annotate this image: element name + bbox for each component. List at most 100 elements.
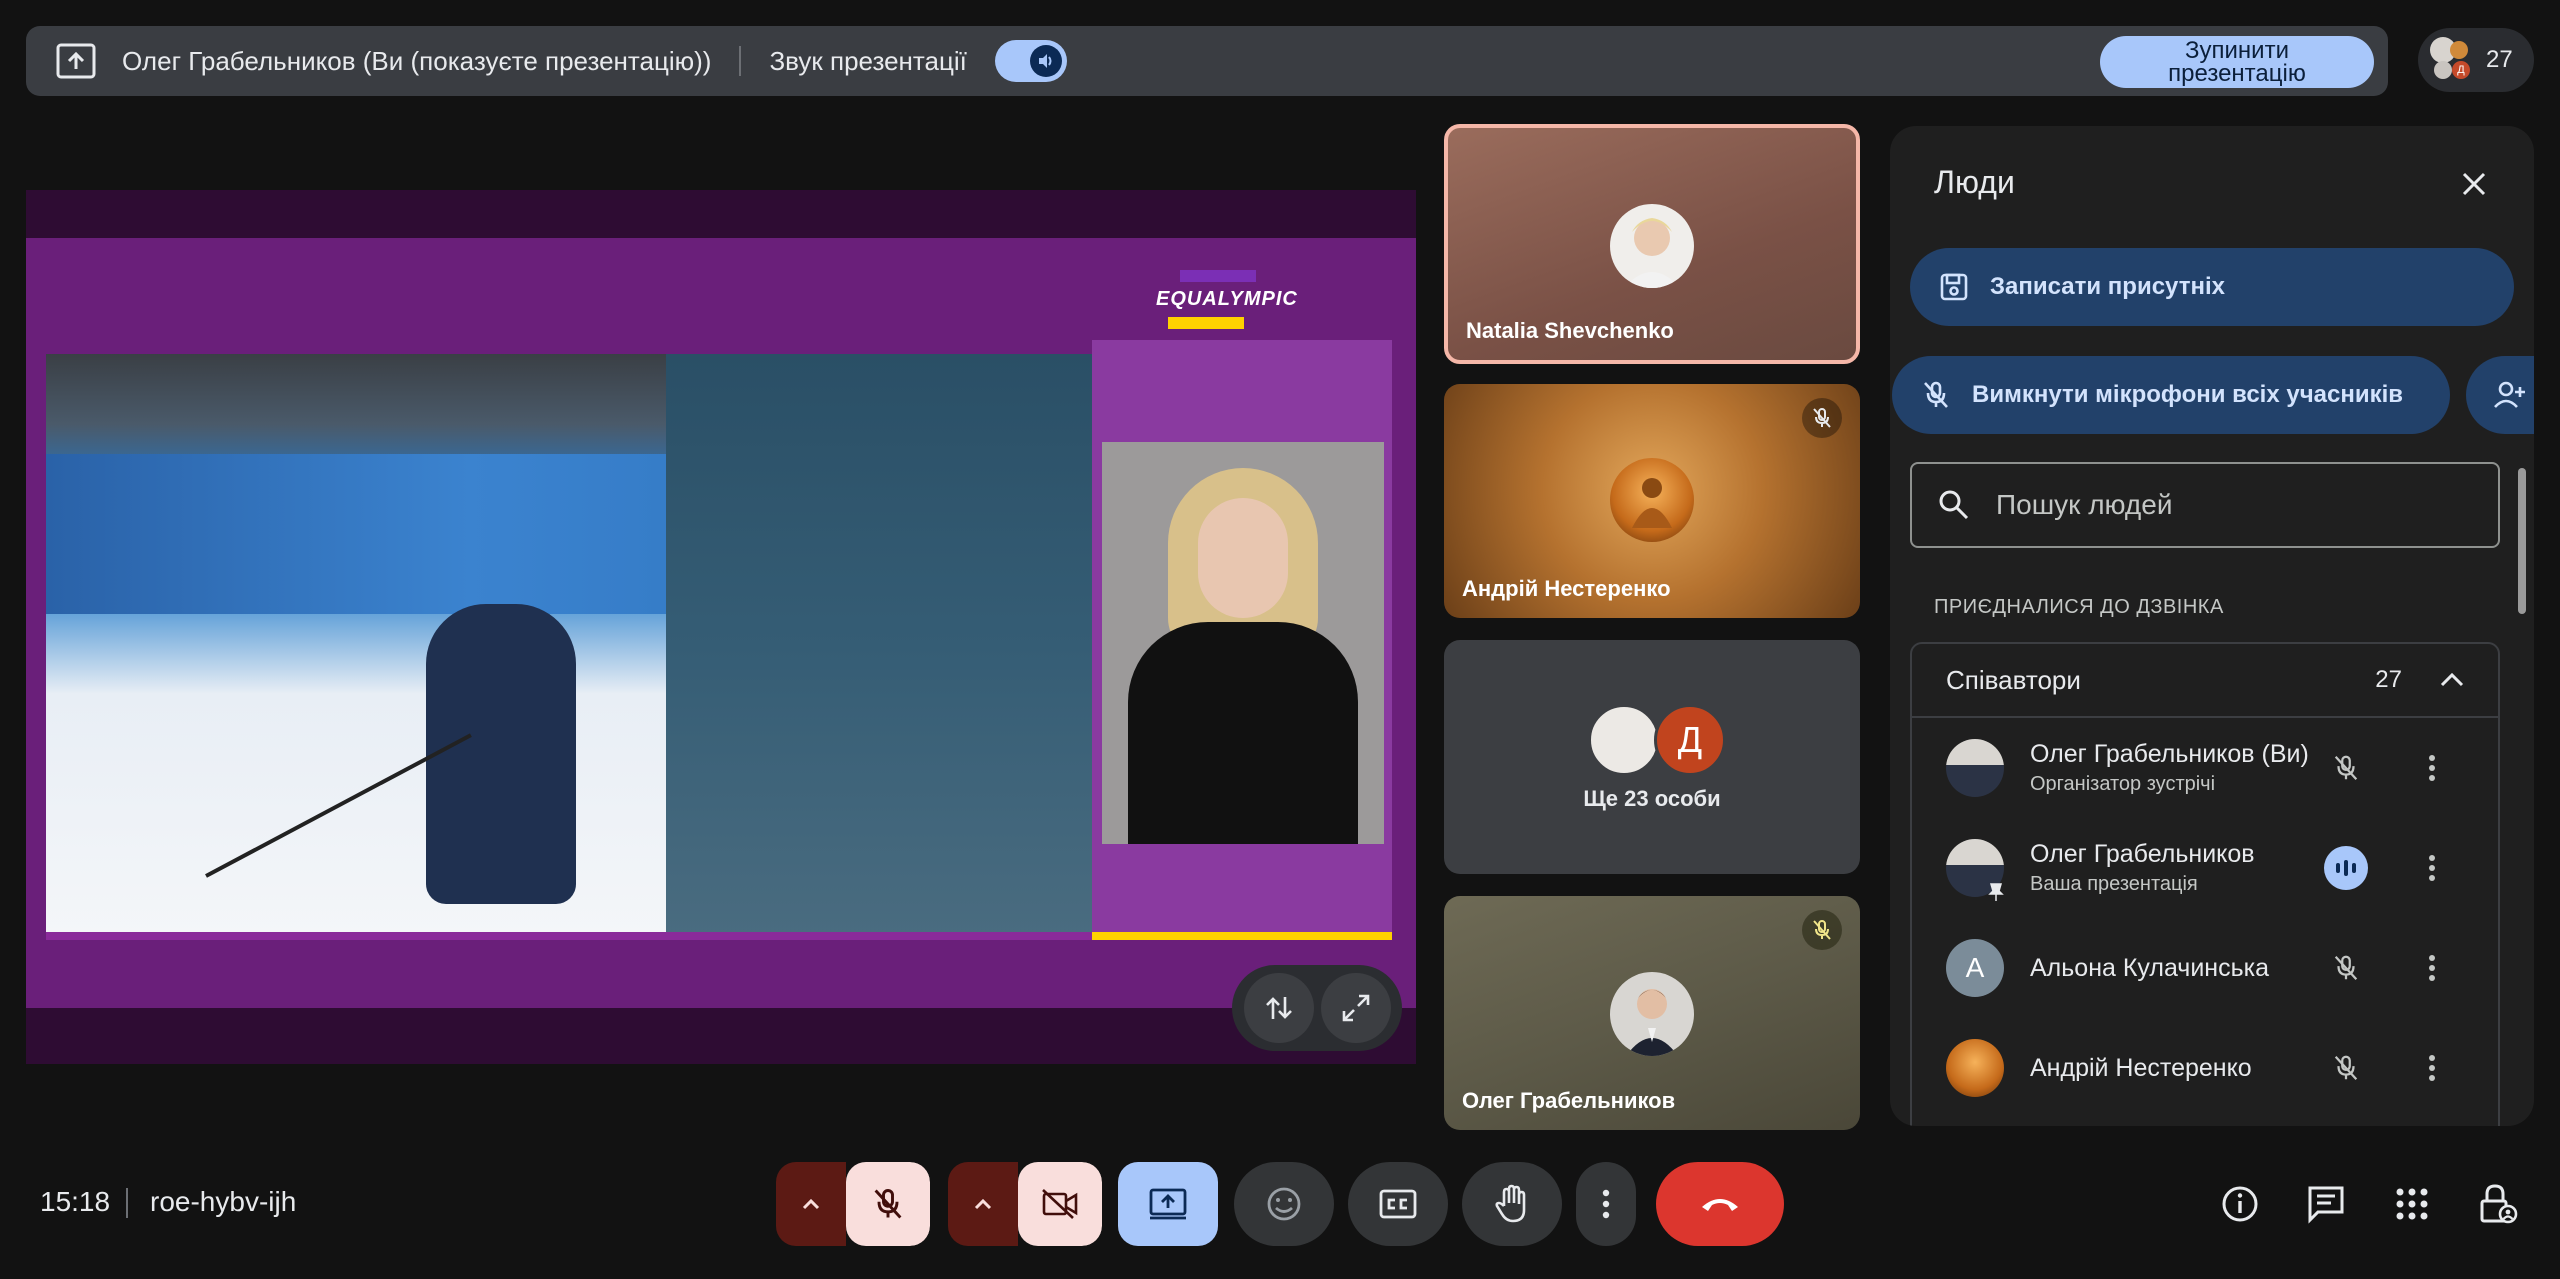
participant-name: Natalia Shevchenko — [1466, 318, 1674, 343]
captions-button[interactable] — [1348, 1162, 1448, 1246]
list-item[interactable]: Олег Грабельников Ваша презентація — [1912, 818, 2498, 918]
record-attendance-label: Записати присутніх — [1990, 273, 2225, 300]
meeting-time: 15:18 — [40, 1186, 111, 1217]
avatar — [1946, 739, 2004, 797]
group-name: Співавтори — [1946, 664, 2081, 695]
video-options-button[interactable] — [948, 1162, 1018, 1246]
divider — [126, 1188, 128, 1218]
apps-icon — [2396, 1188, 2428, 1220]
participant-name: Альона Кулачинська — [2030, 953, 2270, 982]
present-screen-button[interactable] — [1118, 1162, 1218, 1246]
mic-off-icon — [2326, 1048, 2366, 1088]
avatar — [1610, 458, 1694, 542]
stop-presenting-button[interactable]: Зупинити презентацію — [2100, 36, 2374, 88]
reactions-button[interactable] — [1234, 1162, 1334, 1246]
panel-scrollbar[interactable] — [2518, 468, 2526, 614]
contributors-group: Співавтори 27 Олег Грабельников (Ви) Орг… — [1910, 642, 2500, 1126]
chat-icon — [2308, 1186, 2344, 1224]
shared-screen: EQUALYMPIC — [26, 190, 1416, 1064]
chevron-up-icon — [2432, 660, 2472, 700]
present-to-all-icon — [1149, 1188, 1187, 1220]
lock-person-icon — [2480, 1184, 2518, 1224]
more-participants-label: Ще 23 особи — [1583, 786, 1721, 811]
person-add-icon — [2490, 375, 2530, 415]
meeting-code: roe-hybv-ijh — [150, 1186, 297, 1217]
hand-icon — [1495, 1184, 1526, 1223]
meeting-details-button[interactable] — [2212, 1176, 2268, 1232]
participant-name: Андрій Нестеренко — [2030, 1053, 2252, 1082]
avatar — [1588, 704, 1660, 776]
host-controls-button[interactable] — [2470, 1176, 2526, 1232]
presentation-bar: Олег Грабельников (Ви (показуєте презент… — [26, 26, 2388, 96]
presentation-sound-toggle[interactable] — [994, 40, 1067, 82]
toggle-microphone-button[interactable] — [846, 1162, 930, 1246]
speaking-indicator-icon — [2324, 846, 2368, 890]
presenting-title: Олег Грабельников (Ви (показуєте презент… — [122, 45, 712, 76]
group-header[interactable]: Співавтори 27 — [1912, 644, 2498, 718]
more-participants-tile[interactable]: Д Ще 23 особи — [1444, 640, 1860, 874]
save-icon — [1934, 267, 1974, 307]
close-icon[interactable] — [2450, 160, 2498, 208]
more-vert-icon[interactable] — [2412, 948, 2452, 988]
participant-avatars: Д — [2430, 37, 2476, 83]
raise-hand-button[interactable] — [1462, 1162, 1562, 1246]
mic-off-icon — [1916, 375, 1956, 415]
participant-name: Андрій Нестеренко — [1462, 576, 1671, 601]
equalympic-logo: EQUALYMPIC — [1156, 270, 1298, 329]
present-to-all-icon — [54, 39, 98, 83]
avatar: А — [1946, 939, 2004, 997]
videocam-off-icon — [1042, 1189, 1078, 1219]
add-people-button[interactable] — [2466, 356, 2534, 434]
avatar-group: Д — [1588, 704, 1726, 776]
people-panel: Люди Записати присутніх Вимкнути мікрофо… — [1890, 126, 2534, 1126]
avatar — [1610, 204, 1694, 288]
search-people-input[interactable]: Пошук людей — [1910, 462, 2500, 548]
more-vert-icon — [1602, 1189, 1610, 1219]
presentation-sound-label: Звук презентації — [769, 45, 967, 76]
fullscreen-button[interactable] — [1320, 973, 1391, 1043]
emoji-icon — [1267, 1187, 1301, 1221]
participant-name: Олег Грабельников (Ви) — [2030, 740, 2309, 768]
mic-off-icon — [2326, 948, 2366, 988]
swap-layout-button[interactable] — [1243, 973, 1314, 1043]
participants-summary[interactable]: Д 27 — [2418, 28, 2534, 92]
mic-off-icon — [874, 1189, 902, 1219]
mute-all-button[interactable]: Вимкнути мікрофони всіх учасників — [1892, 356, 2450, 434]
mute-all-label: Вимкнути мікрофони всіх учасників — [1972, 381, 2404, 408]
avatar: Д — [1654, 704, 1726, 776]
avatar — [1946, 1039, 2004, 1097]
toggle-camera-button[interactable] — [1018, 1162, 1102, 1246]
camera-control — [948, 1162, 1102, 1246]
closed-caption-icon — [1379, 1189, 1417, 1219]
call-end-icon — [1702, 1199, 1738, 1211]
more-options-button[interactable] — [1576, 1162, 1636, 1246]
volume-icon — [1029, 45, 1062, 77]
more-vert-icon[interactable] — [2412, 1048, 2452, 1088]
group-count: 27 — [2375, 666, 2402, 693]
participant-role: Ваша презентація — [2030, 873, 2198, 895]
mic-off-icon — [2326, 748, 2366, 788]
list-item[interactable]: Андрій Нестеренко — [1912, 1018, 2498, 1118]
participant-name: Олег Грабельников — [1462, 1088, 1676, 1113]
avatar — [1610, 972, 1694, 1056]
audio-options-button[interactable] — [776, 1162, 846, 1246]
leave-call-button[interactable] — [1656, 1162, 1784, 1246]
stop-presenting-label: Зупинити презентацію — [2168, 37, 2306, 87]
participant-tile[interactable]: Андрій Нестеренко — [1444, 384, 1860, 618]
list-item[interactable]: А Альона Кулачинська — [1912, 918, 2498, 1018]
participant-tile[interactable]: Олег Грабельников — [1444, 896, 1860, 1130]
stage-controls — [1232, 965, 1402, 1051]
list-item[interactable]: Олег Грабельников (Ви) Організатор зустр… — [1912, 718, 2498, 818]
sign-language-interpreter — [1102, 442, 1384, 844]
chat-button[interactable] — [2298, 1176, 2354, 1232]
pin-icon — [1988, 882, 2004, 902]
record-attendance-button[interactable]: Записати присутніх — [1910, 248, 2514, 326]
info-icon — [2222, 1186, 2258, 1222]
search-placeholder: Пошук людей — [1996, 489, 2173, 520]
ski-race-video — [46, 354, 1104, 940]
activities-button[interactable] — [2384, 1176, 2440, 1232]
panel-title: Люди — [1934, 164, 2015, 200]
participant-tile[interactable]: Natalia Shevchenko — [1444, 124, 1860, 364]
more-vert-icon[interactable] — [2412, 848, 2452, 888]
more-vert-icon[interactable] — [2412, 748, 2452, 788]
